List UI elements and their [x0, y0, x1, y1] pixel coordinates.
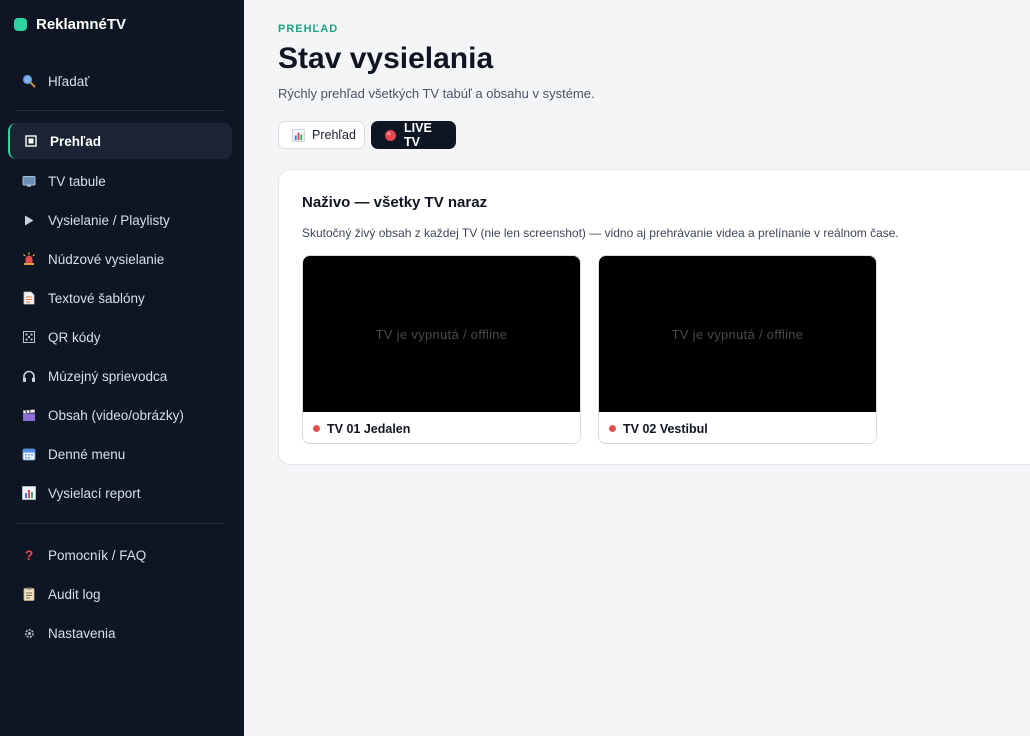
question-icon: ?	[24, 547, 34, 563]
tab-live-tv[interactable]: LIVE TV	[371, 121, 456, 149]
sidebar-item-qr-codes[interactable]: QR kódy	[8, 319, 232, 355]
status-dot-icon	[313, 425, 320, 432]
sidebar-item-label: TV tabule	[48, 173, 106, 189]
gear-icon	[22, 626, 36, 640]
brand-logo-icon	[14, 18, 27, 31]
sidebar-item-broadcast-report[interactable]: Vysielací report	[8, 475, 232, 511]
tv-card[interactable]: TV je vypnutá / offline TV 01 Jedalen	[302, 255, 581, 444]
tv-name: TV 01 Jedalen	[327, 421, 411, 436]
tv-offline-text: TV je vypnutá / offline	[671, 326, 804, 342]
sidebar-item-emergency[interactable]: Núdzové vysielanie	[8, 241, 232, 277]
sidebar-divider	[16, 110, 224, 111]
page-title: Stav vysielania	[278, 42, 494, 75]
bar-chart-icon	[291, 128, 305, 142]
tv-screen[interactable]: TV je vypnutá / offline	[303, 256, 580, 412]
tv-footer: TV 01 Jedalen	[303, 412, 580, 443]
sidebar-item-broadcast[interactable]: Vysielanie / Playlisty	[8, 202, 232, 238]
main-content: PREHĽAD Stav vysielania Rýchly prehľad v…	[244, 0, 1030, 736]
clapper-icon	[22, 408, 36, 422]
tv-icon	[22, 174, 36, 188]
sidebar-item-label: Denné menu	[48, 446, 126, 462]
sidebar-item-help[interactable]: ? Pomocník / FAQ	[8, 537, 232, 573]
tv-card[interactable]: TV je vypnutá / offline TV 02 Vestibul	[598, 255, 877, 444]
status-dot-icon	[609, 425, 616, 432]
siren-icon	[22, 252, 36, 266]
live-panel: Naživo — všetky TV naraz Skutočný živý o…	[278, 169, 1030, 465]
calendar-icon	[22, 447, 36, 461]
sidebar-item-tv-boards[interactable]: TV tabule	[8, 163, 232, 199]
bar-chart-icon	[22, 486, 36, 500]
sidebar-item-settings[interactable]: Nastavenia	[8, 615, 232, 651]
search-icon	[22, 74, 36, 88]
tab-label: LIVE TV	[404, 121, 432, 149]
tv-name: TV 02 Vestibul	[623, 421, 708, 436]
live-dot-icon	[383, 128, 397, 142]
sidebar-item-label: QR kódy	[48, 329, 101, 345]
qr-icon	[22, 330, 36, 344]
tv-screen[interactable]: TV je vypnutá / offline	[599, 256, 876, 412]
sidebar-search[interactable]: Hľadať	[8, 63, 232, 99]
sidebar-item-content[interactable]: Obsah (video/obrázky)	[8, 397, 232, 433]
tab-label: Prehľad	[312, 128, 356, 142]
document-icon	[22, 291, 36, 305]
sidebar-item-label: Textové šablóny	[48, 290, 145, 306]
tv-offline-text: TV je vypnutá / offline	[375, 326, 508, 342]
sidebar-search-label: Hľadať	[48, 73, 90, 89]
log-icon	[22, 587, 36, 601]
page-subtitle: Rýchly prehľad všetkých TV tabúľ a obsah…	[278, 86, 595, 101]
brand[interactable]: ReklamnéTV	[14, 16, 126, 33]
sidebar-item-text-templates[interactable]: Textové šablóny	[8, 280, 232, 316]
live-panel-title: Naživo — všetky TV naraz	[302, 194, 488, 211]
page-eyebrow: PREHĽAD	[278, 23, 339, 35]
tv-footer: TV 02 Vestibul	[599, 412, 876, 443]
sidebar-divider	[16, 523, 224, 524]
sidebar-item-label: Prehľad	[50, 133, 101, 149]
brand-name: ReklamnéTV	[36, 16, 127, 33]
sidebar-item-daily-menu[interactable]: Denné menu	[8, 436, 232, 472]
play-icon	[22, 213, 36, 227]
sidebar-item-label: Núdzové vysielanie	[48, 251, 165, 267]
headphones-icon	[22, 369, 36, 383]
sidebar-item-label: Audit log	[48, 586, 101, 602]
sidebar-item-label: Pomocník / FAQ	[48, 547, 147, 563]
sidebar-item-museum-guide[interactable]: Múzejný sprievodca	[8, 358, 232, 394]
sidebar: ReklamnéTV Hľadať Prehľad TV tabule Vysi…	[0, 0, 244, 736]
sidebar-item-audit-log[interactable]: Audit log	[8, 576, 232, 612]
tab-overview[interactable]: Prehľad	[278, 121, 365, 149]
sidebar-item-label: Múzejný sprievodca	[48, 368, 168, 384]
live-panel-description: Skutočný živý obsah z každej TV (nie len…	[302, 226, 899, 240]
sidebar-item-label: Vysielanie / Playlisty	[48, 212, 170, 228]
sidebar-item-label: Nastavenia	[48, 625, 116, 641]
sidebar-item-label: Obsah (video/obrázky)	[48, 407, 184, 423]
sidebar-item-overview[interactable]: Prehľad	[8, 123, 232, 159]
overview-icon	[24, 134, 38, 148]
sidebar-item-label: Vysielací report	[48, 485, 141, 501]
